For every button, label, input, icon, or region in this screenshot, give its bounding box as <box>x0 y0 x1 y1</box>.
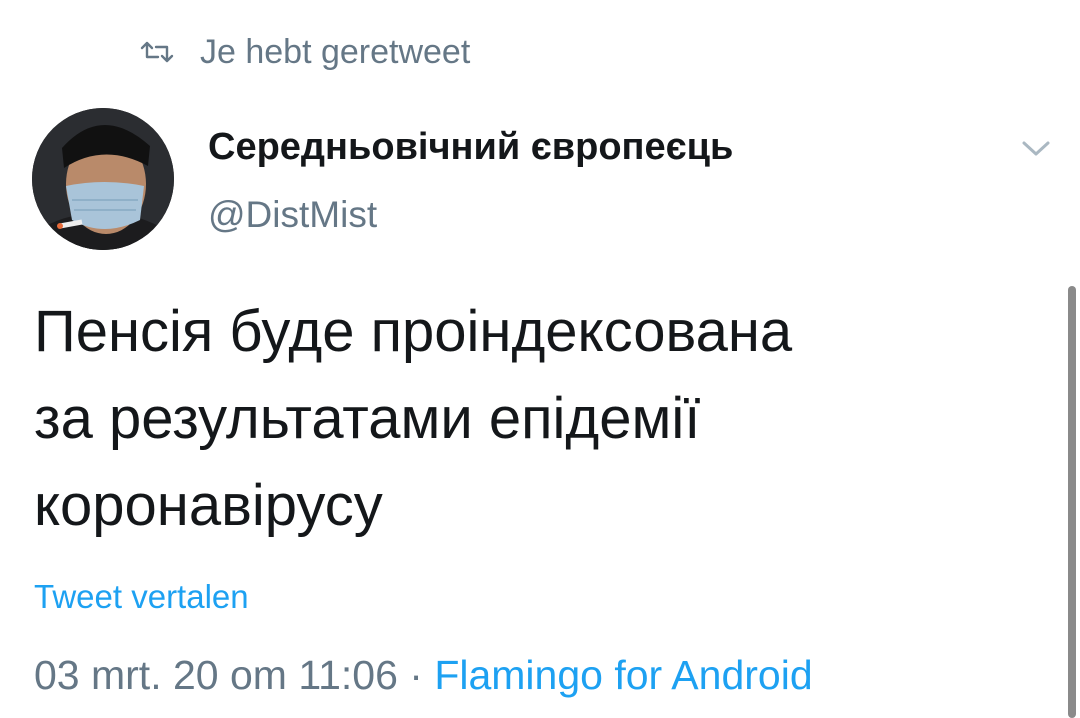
author-name[interactable]: Середньовічний європеєць <box>208 126 733 169</box>
avatar[interactable] <box>32 108 174 250</box>
timestamp: 03 mrt. 20 om 11:06 <box>34 652 398 698</box>
tweet-text-line: за результатами епідемії <box>34 386 701 451</box>
translate-tweet-link[interactable]: Tweet vertalen <box>34 578 249 616</box>
scrollbar[interactable] <box>1068 286 1076 718</box>
avatar-image <box>32 108 174 250</box>
retweet-icon <box>140 41 174 63</box>
retweet-label: Je hebt geretweet <box>200 32 471 71</box>
tweet-text-line: коронавірусу <box>34 473 383 538</box>
tweet-text-line: Пенсія буде проіндексована <box>34 299 793 364</box>
author-handle[interactable]: @DistMist <box>208 194 377 236</box>
retweet-indicator: Je hebt geretweet <box>140 30 470 74</box>
tweet-text: Пенсія буде проіндексована за результата… <box>34 288 994 549</box>
chevron-down-icon[interactable] <box>1018 136 1054 160</box>
tweet-meta: 03 mrt. 20 om 11:06 · Flamingo for Andro… <box>34 652 813 699</box>
source-app-link[interactable]: Flamingo for Android <box>434 652 812 698</box>
meta-separator: · <box>397 652 435 698</box>
